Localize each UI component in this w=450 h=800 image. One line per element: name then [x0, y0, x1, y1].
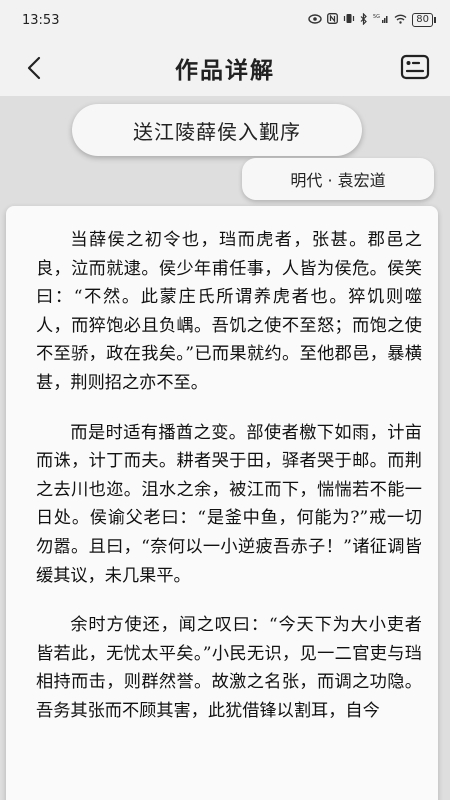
- signal-label: 5G: [373, 14, 380, 20]
- page-title: 作品详解: [175, 58, 275, 84]
- paragraph: 余时方使还，闻之叹曰：“今天下为大小吏者皆若此，无忧太平矣。”小民无识，见一二官…: [36, 615, 422, 721]
- vibrate-icon: [343, 13, 355, 27]
- signal-icon: 5G: [373, 13, 389, 27]
- notes-button[interactable]: [398, 50, 432, 84]
- back-button[interactable]: [18, 52, 50, 84]
- paragraph: 当薛侯之初令也，珰而虎者，张甚。郡邑之良，泣而就逮。侯少年甫任事，人皆为侯危。侯…: [36, 230, 422, 393]
- wifi-icon: [394, 14, 407, 27]
- work-title: 送江陵薛侯入觐序: [72, 104, 362, 156]
- status-bar: 13:53 5G 80: [0, 0, 450, 40]
- status-time: 13:53: [22, 12, 60, 28]
- notes-icon: [400, 54, 430, 80]
- paragraph: 而是时适有播酋之变。部使者檄下如雨，计亩而诛，计丁而夫。耕者哭于田，驿者哭于邮。…: [36, 422, 422, 586]
- battery-icon: 80: [412, 13, 436, 27]
- app-header: 作品详解: [0, 40, 450, 96]
- status-icons: 5G 80: [308, 12, 436, 28]
- chevron-left-icon: [27, 56, 41, 80]
- nfc-icon: [327, 13, 339, 27]
- work-author[interactable]: 明代 · 袁宏道: [242, 158, 434, 200]
- content-card: 当薛侯之初令也，珰而虎者，张甚。郡邑之良，泣而就逮。侯少年甫任事，人皆为侯危。侯…: [6, 206, 438, 800]
- bluetooth-icon: [360, 12, 368, 28]
- eye-icon: [308, 13, 322, 27]
